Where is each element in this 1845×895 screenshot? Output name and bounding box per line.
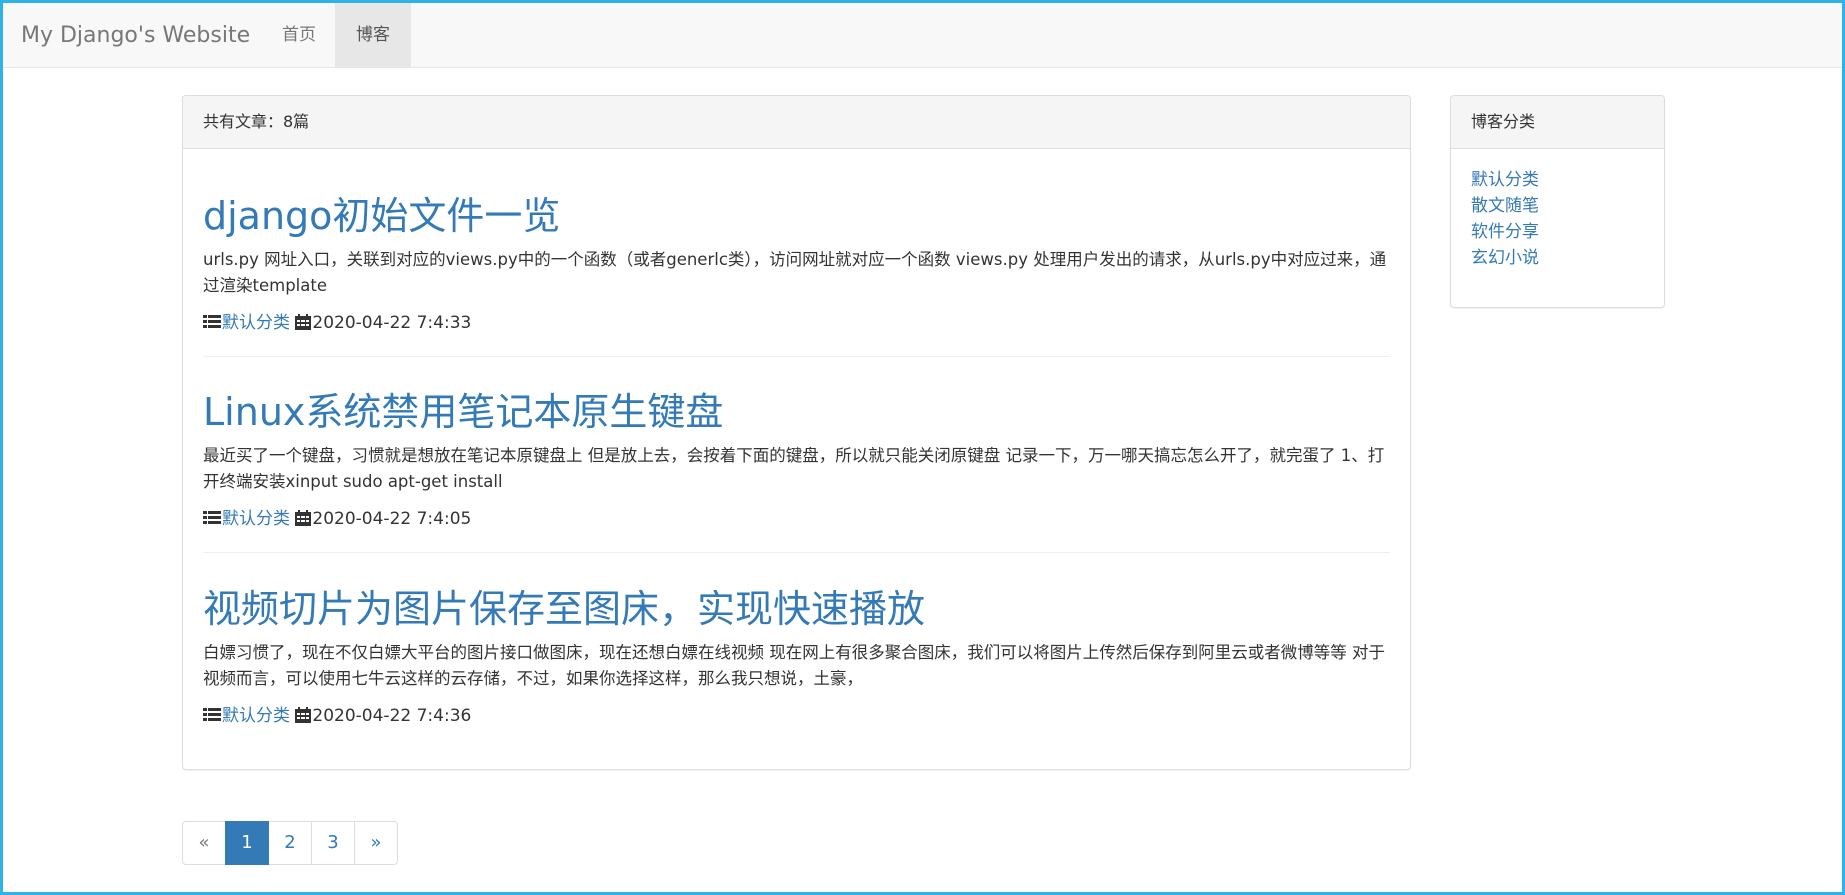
pagination: « 1 2 3 » xyxy=(182,821,398,865)
calendar-icon xyxy=(295,706,312,730)
category-link-default[interactable]: 默认分类 xyxy=(1471,167,1644,193)
pagination-page-1[interactable]: 1 xyxy=(225,821,269,865)
article-list-panel: 共有文章：8篇 django初始文件一览 urls.py 网址入口，关联到对应的… xyxy=(182,95,1411,770)
article-item: 视频切片为图片保存至图床，实现快速播放 白嫖习惯了，现在不仅白嫖大平台的图片接口… xyxy=(203,586,1390,730)
article-summary: urls.py 网址入口，关联到对应的views.py中的一个函数（或者gene… xyxy=(203,250,1387,295)
nav-item-home[interactable]: 首页 xyxy=(265,3,333,67)
nav-item-blog[interactable]: 博客 xyxy=(335,3,411,67)
top-navbar: My Django's Website 首页 博客 xyxy=(3,3,1842,68)
article-divider xyxy=(203,356,1390,357)
list-icon xyxy=(203,706,221,730)
list-icon xyxy=(203,313,221,337)
category-sidebar: 博客分类 默认分类 散文随笔 软件分享 玄幻小说 xyxy=(1450,95,1665,308)
article-category-link[interactable]: 默认分类 xyxy=(222,706,290,726)
category-link-essay[interactable]: 散文随笔 xyxy=(1471,193,1644,219)
article-item: django初始文件一览 urls.py 网址入口，关联到对应的views.py… xyxy=(203,193,1390,337)
calendar-icon xyxy=(295,509,312,533)
category-link-software[interactable]: 软件分享 xyxy=(1471,219,1644,245)
calendar-icon xyxy=(295,313,312,337)
article-date: 2020-04-22 7:4:33 xyxy=(312,313,472,333)
article-date: 2020-04-22 7:4:05 xyxy=(312,509,472,529)
article-category-link[interactable]: 默认分类 xyxy=(222,509,290,529)
article-meta: 默认分类 2020-04-22 7:4:33 xyxy=(203,311,1390,337)
pagination-page-2[interactable]: 2 xyxy=(268,821,312,865)
site-brand[interactable]: My Django's Website xyxy=(21,23,250,48)
article-meta: 默认分类 2020-04-22 7:4:05 xyxy=(203,507,1390,533)
article-meta: 默认分类 2020-04-22 7:4:36 xyxy=(203,704,1390,730)
sidebar-heading: 博客分类 xyxy=(1451,96,1664,149)
pagination-next-button[interactable]: » xyxy=(354,821,398,865)
article-date: 2020-04-22 7:4:36 xyxy=(312,706,472,726)
pagination-page-3[interactable]: 3 xyxy=(311,821,355,865)
article-title-link[interactable]: Linux系统禁用笔记本原生键盘 xyxy=(203,389,1390,435)
article-title-link[interactable]: django初始文件一览 xyxy=(203,193,1390,239)
article-item: Linux系统禁用笔记本原生键盘 最近买了一个键盘，习惯就是想放在笔记本原键盘上… xyxy=(203,389,1390,533)
list-icon xyxy=(203,509,221,533)
pagination-prev-button[interactable]: « xyxy=(182,821,226,865)
category-link-fantasy[interactable]: 玄幻小说 xyxy=(1471,245,1644,271)
article-divider xyxy=(203,552,1390,553)
category-list: 默认分类 散文随笔 软件分享 玄幻小说 xyxy=(1451,149,1664,271)
article-title-link[interactable]: 视频切片为图片保存至图床，实现快速播放 xyxy=(203,586,1390,632)
article-summary: 最近买了一个键盘，习惯就是想放在笔记本原键盘上 但是放上去，会按着下面的键盘，所… xyxy=(203,446,1385,491)
article-summary: 白嫖习惯了，现在不仅白嫖大平台的图片接口做图床，现在还想白嫖在线视频 现在网上有… xyxy=(203,643,1385,688)
article-count-heading: 共有文章：8篇 xyxy=(183,96,1410,149)
article-category-link[interactable]: 默认分类 xyxy=(222,313,290,333)
